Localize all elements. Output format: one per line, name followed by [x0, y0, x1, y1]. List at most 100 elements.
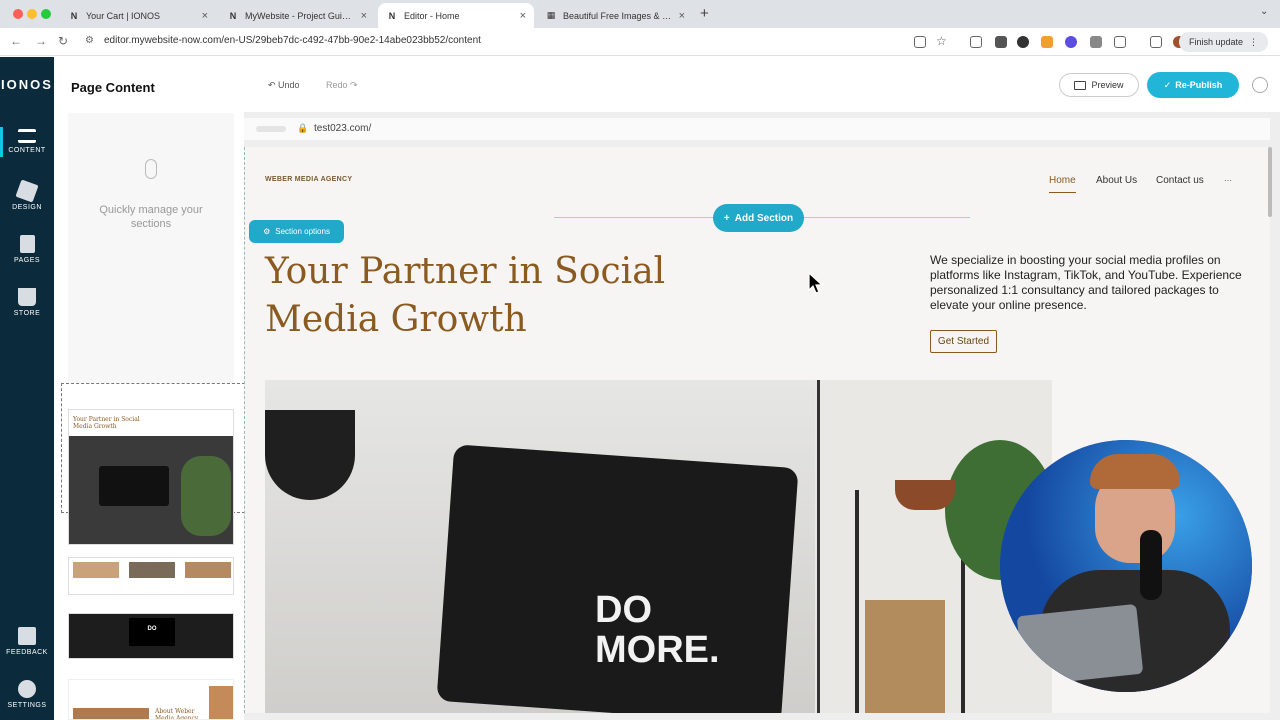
rail-item-settings[interactable]: SETTINGS [0, 680, 54, 709]
reload-icon[interactable]: ↻ [58, 34, 68, 48]
cart-icon [18, 288, 36, 306]
ionos-favicon-icon: N [388, 10, 396, 21]
new-tab-icon[interactable]: + [700, 5, 709, 22]
ionos-favicon-icon: N [229, 10, 237, 21]
cast-icon[interactable] [914, 36, 926, 48]
extension-icon[interactable] [1090, 36, 1102, 48]
webcam-overlay [1000, 440, 1252, 692]
tab-label: Beautiful Free Images & Pictu [563, 10, 673, 21]
undo-label: Undo [278, 80, 300, 90]
thumb-title: Your Partner in Social Media Growth [73, 416, 140, 430]
gear-icon: ⚙ [263, 227, 271, 236]
thumb-image [129, 562, 175, 578]
pen-extension-icon[interactable] [995, 36, 1007, 48]
thumb-text: DO [129, 618, 175, 646]
browser-tab-cart[interactable]: N Your Cart | IONOS × [60, 3, 216, 28]
chevron-down-icon[interactable]: ⌄ [1260, 6, 1268, 17]
site-settings-icon[interactable]: ⚙ [85, 35, 94, 46]
gear-icon [18, 680, 36, 698]
section-options-button[interactable]: ⚙ Section options [249, 220, 344, 243]
rail-item-store[interactable]: STORE [0, 288, 54, 317]
window-dots-icon [256, 126, 286, 132]
panel-title: Page Content [71, 80, 155, 95]
tab-label: Editor - Home [404, 10, 460, 21]
pot-shape [895, 480, 955, 510]
rail-item-feedback[interactable]: FEEDBACK [0, 627, 54, 656]
close-tab-icon[interactable]: × [679, 10, 685, 22]
redo-button[interactable]: Redo ↷ [326, 80, 358, 91]
more-vertical-icon: ⋮ [1249, 36, 1258, 47]
add-section-button[interactable]: + Add Section [713, 204, 804, 232]
browser-tab-project[interactable]: N MyWebsite - Project Guidanc × [219, 3, 375, 28]
minimize-window-icon[interactable] [27, 9, 37, 19]
browser-tab-images[interactable]: ▦ Beautiful Free Images & Pictu × [537, 3, 693, 28]
ionos-favicon-icon: N [70, 10, 78, 21]
ionos-nav-rail: IONOS CONTENT DESIGN PAGES STORE FEEDBAC… [0, 57, 54, 720]
preview-label: Preview [1091, 80, 1124, 90]
get-started-button[interactable]: Get Started [930, 330, 997, 353]
back-icon[interactable]: ← [10, 34, 22, 48]
section-thumbnail-banner[interactable]: DO [68, 613, 234, 659]
close-tab-icon[interactable]: × [202, 10, 208, 22]
images-favicon-icon: ▦ [546, 10, 556, 20]
sidebar-icon[interactable] [1150, 36, 1162, 48]
thumb-image [73, 708, 149, 719]
finish-update-button[interactable]: Finish update ⋮ [1178, 32, 1268, 52]
hero-description[interactable]: We specialize in boosting your social me… [930, 253, 1250, 313]
puzzle-icon[interactable] [1114, 36, 1126, 48]
microphone-shape [1140, 530, 1162, 600]
globe-icon[interactable] [1252, 77, 1268, 93]
feedback-icon [18, 627, 36, 645]
thumb-image [73, 562, 119, 578]
extension-icon[interactable] [1041, 36, 1053, 48]
thumb-image [69, 436, 233, 544]
star-icon[interactable]: ☆ [936, 34, 947, 48]
ionos-logo: IONOS [1, 77, 53, 92]
do-text: DO [595, 589, 652, 631]
close-tab-icon[interactable]: × [520, 10, 526, 22]
rail-item-content[interactable]: CONTENT [0, 127, 54, 157]
finish-update-label: Finish update [1188, 37, 1243, 47]
tab-label: MyWebsite - Project Guidanc [245, 10, 355, 21]
maximize-window-icon[interactable] [41, 9, 51, 19]
close-tab-icon[interactable]: × [361, 10, 367, 22]
close-window-icon[interactable] [13, 9, 23, 19]
rail-label: STORE [13, 310, 41, 317]
preview-address-bar [244, 118, 1270, 140]
site-brand[interactable]: WEBER MEDIA AGENCY [265, 176, 352, 183]
section-thumbnail-hero[interactable]: Your Partner in Social Media Growth [68, 409, 234, 545]
republish-button[interactable]: ✓ Re-Publish [1147, 72, 1239, 98]
thumb-image [185, 562, 231, 578]
site-nav-contact[interactable]: Contact us [1156, 175, 1204, 186]
rail-item-design[interactable]: DESIGN [0, 179, 54, 211]
section-thumbnail-about[interactable]: About Weber Media Agency [68, 679, 234, 720]
redo-label: Redo [326, 80, 348, 90]
lock-icon: 🔒 [297, 123, 309, 133]
site-nav-about[interactable]: About Us [1096, 175, 1137, 186]
monitor-shape [436, 444, 799, 713]
preview-button[interactable]: Preview [1059, 73, 1139, 97]
panel-hint: Quickly manage your sections [99, 204, 203, 230]
rail-label: SETTINGS [7, 702, 47, 709]
page-content-panel: Page Content Quickly manage your section… [54, 57, 245, 720]
extension-icon[interactable] [1017, 36, 1029, 48]
extension-icon[interactable] [1065, 36, 1077, 48]
site-url: test023.com/ [314, 123, 372, 134]
section-thumbnail-features[interactable] [68, 557, 234, 595]
screenshot-icon[interactable] [970, 36, 982, 48]
box-shape [865, 600, 945, 713]
undo-button[interactable]: ↶ Undo [268, 80, 300, 91]
site-nav-home[interactable]: Home [1049, 175, 1076, 193]
forward-icon[interactable]: → [35, 34, 47, 48]
monitor-icon [1074, 80, 1087, 90]
mouse-scroll-icon [145, 159, 157, 179]
address-bar[interactable]: editor.mywebsite-now.com/en-US/29beb7dc-… [104, 35, 481, 46]
rail-item-pages[interactable]: PAGES [0, 235, 54, 264]
site-nav-more[interactable]: ··· [1224, 176, 1232, 185]
hero-headline[interactable]: Your Partner in Social Media Growth [265, 248, 735, 344]
browser-tab-editor[interactable]: N Editor - Home × [378, 3, 534, 28]
browser-tab-bar: N Your Cart | IONOS × N MyWebsite - Proj… [0, 0, 1280, 28]
canvas-scrollbar[interactable] [1268, 147, 1272, 217]
content-icon [18, 129, 36, 143]
hero-image[interactable]: DO MORE. [265, 380, 1052, 713]
